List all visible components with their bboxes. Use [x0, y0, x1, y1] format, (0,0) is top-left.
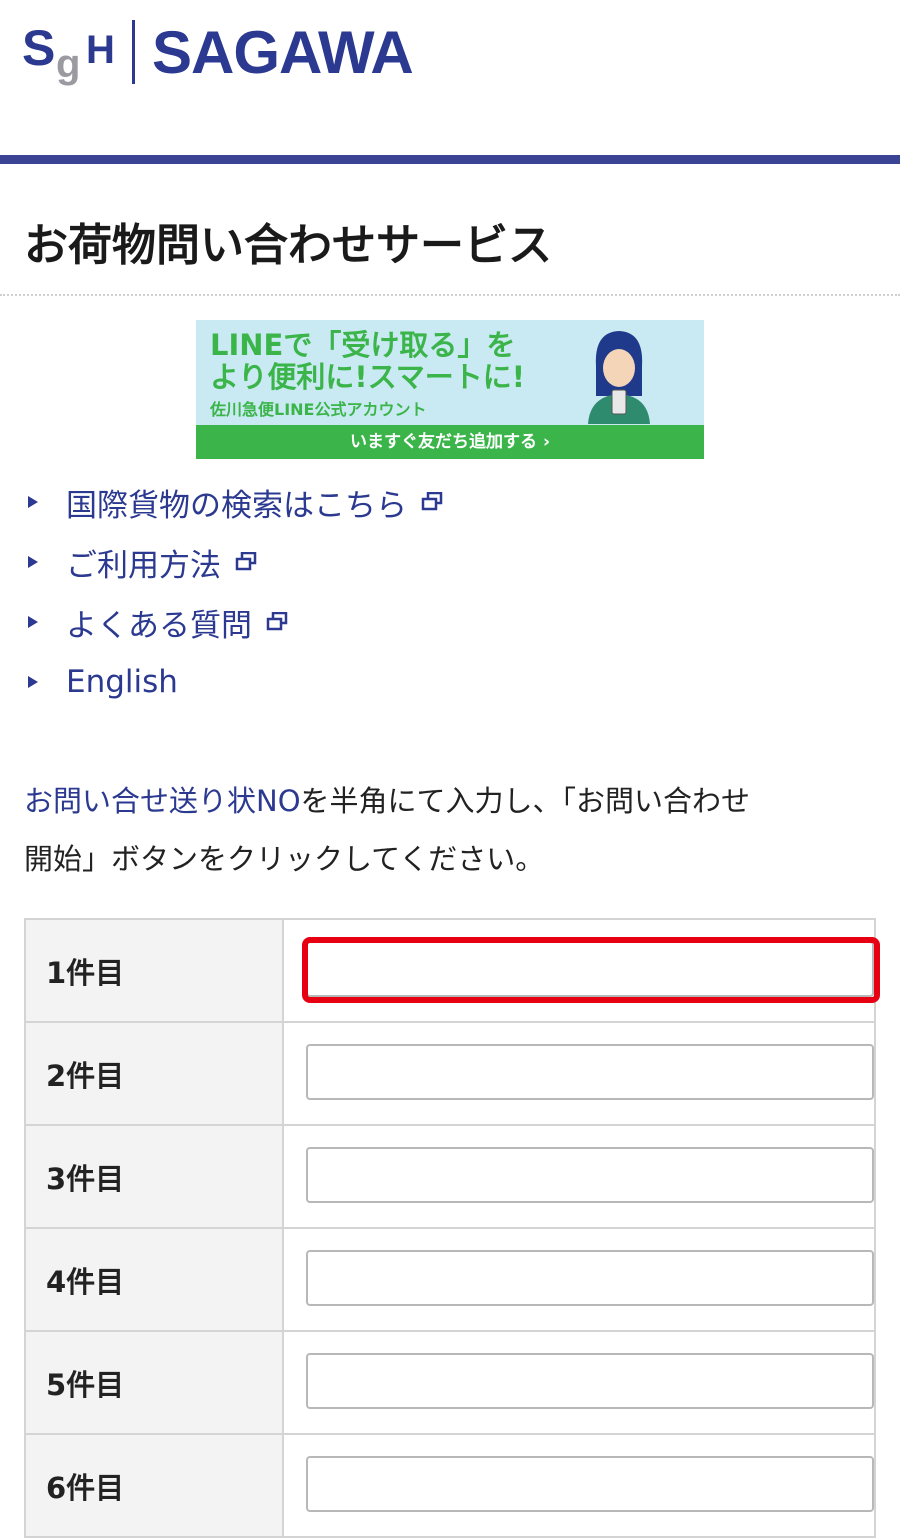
- sgh-logo-g: g: [56, 42, 81, 86]
- tracking-number-input-4[interactable]: [306, 1250, 874, 1306]
- row-field-cell: [282, 918, 880, 1023]
- row-label: 1件目: [24, 918, 284, 1023]
- tracking-number-input-2[interactable]: [306, 1044, 874, 1100]
- site-header: S g H SAGAWA: [0, 0, 900, 155]
- bullet-triangle-icon: [28, 676, 38, 688]
- link-english[interactable]: English: [24, 652, 443, 712]
- tracking-number-input-3[interactable]: [306, 1147, 874, 1203]
- row-label: 5件目: [24, 1330, 284, 1435]
- banner-line-3: 佐川急便LINE公式アカウント: [210, 400, 427, 419]
- link-how-to-use[interactable]: ご利用方法: [24, 532, 443, 592]
- bullet-triangle-icon: [28, 616, 38, 628]
- line-banner[interactable]: LINEで「受け取る」を より便利に!スマートに! 佐川急便LINE公式アカウン…: [196, 320, 704, 459]
- instructions-highlight: お問い合せ送り状NO: [24, 784, 301, 818]
- link-label[interactable]: 国際貨物の検索はこちら: [66, 480, 407, 525]
- row-label: 2件目: [24, 1021, 284, 1126]
- table-row: 3件目: [24, 1124, 876, 1229]
- row-label: 4件目: [24, 1227, 284, 1332]
- link-label[interactable]: よくある質問: [66, 600, 252, 645]
- table-row: 6件目: [24, 1433, 876, 1538]
- sgh-logo-h: H: [86, 28, 115, 72]
- row-field-cell: [282, 1021, 876, 1126]
- table-row: 5件目: [24, 1330, 876, 1435]
- header-accent-bar: [0, 155, 900, 164]
- title-divider: [0, 294, 900, 296]
- instructions-rest-1: を半角にて入力し、「お問い合わせ: [300, 784, 751, 818]
- banner-line-1: LINEで「受け取る」を: [210, 328, 516, 362]
- row-field-cell: [282, 1330, 876, 1435]
- bullet-triangle-icon: [28, 496, 38, 508]
- help-links: 国際貨物の検索はこちら ご利用方法 よくある質問 English: [24, 472, 443, 712]
- row-label: 3件目: [24, 1124, 284, 1229]
- tracking-number-input-6[interactable]: [306, 1456, 874, 1512]
- add-friend-cta[interactable]: いますぐ友だち追加する ›: [196, 425, 704, 459]
- table-row: 4件目: [24, 1227, 876, 1332]
- external-window-icon: [266, 612, 288, 631]
- tracking-number-table: 1件目 2件目 3件目 4件目 5件目 6件目: [24, 918, 880, 1538]
- link-label[interactable]: ご利用方法: [66, 540, 221, 585]
- tracking-number-input-5[interactable]: [306, 1353, 874, 1409]
- bullet-triangle-icon: [28, 556, 38, 568]
- link-international-search[interactable]: 国際貨物の検索はこちら: [24, 472, 443, 532]
- instructions-rest-2: 開始」ボタンをクリックしてください。: [24, 842, 545, 876]
- logo-divider: [132, 20, 135, 84]
- sgh-logo[interactable]: S g H: [22, 20, 117, 90]
- tracking-number-input-1[interactable]: [306, 941, 874, 997]
- external-window-icon: [421, 492, 443, 511]
- link-label[interactable]: English: [66, 664, 178, 700]
- external-window-icon: [235, 552, 257, 571]
- row-label: 6件目: [24, 1433, 284, 1538]
- sgh-logo-s: S: [22, 20, 55, 76]
- page-title: お荷物問い合わせサービス: [24, 220, 552, 271]
- row-field-cell: [282, 1433, 876, 1538]
- person-illustration-icon: [588, 331, 650, 424]
- instructions-text: お問い合せ送り状NOを半角にて入力し、「お問い合わせ 開始」ボタンをクリックして…: [24, 772, 874, 888]
- table-row: 1件目: [24, 918, 880, 1023]
- row-field-cell: [282, 1227, 876, 1332]
- row-field-cell: [282, 1124, 876, 1229]
- sagawa-logo[interactable]: SAGAWA: [152, 20, 414, 86]
- link-faq[interactable]: よくある質問: [24, 592, 443, 652]
- table-row: 2件目: [24, 1021, 876, 1126]
- banner-line-2: より便利に!スマートに!: [210, 360, 526, 394]
